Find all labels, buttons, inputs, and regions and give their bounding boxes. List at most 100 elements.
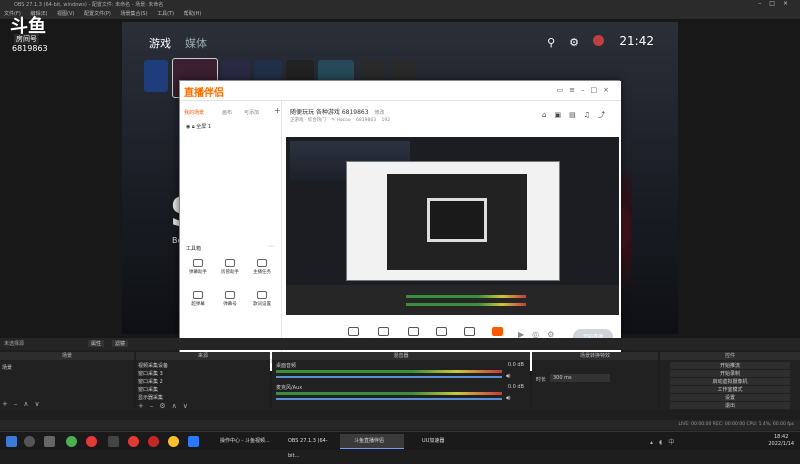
menu-icon[interactable]: ≡ bbox=[569, 86, 581, 94]
douyu-watermark: 斗鱼 房间号 6819863 bbox=[4, 12, 64, 60]
menu-help[interactable]: 帮助(H) bbox=[184, 11, 202, 17]
eye-icon[interactable]: ◉ bbox=[186, 124, 190, 130]
scene-row[interactable]: ◉ 🔒︎ 全屏 1 bbox=[186, 123, 211, 130]
search-icon: ⚲ bbox=[547, 36, 570, 49]
minimize-icon[interactable]: – bbox=[758, 0, 769, 7]
camera-icon bbox=[377, 327, 389, 336]
start-recording-button[interactable]: 开始录制 bbox=[670, 370, 790, 377]
minimize-icon[interactable]: – bbox=[581, 86, 591, 94]
more-icon[interactable]: ⋯ bbox=[268, 243, 274, 250]
tool-room-admin[interactable]: 房管助手 bbox=[218, 259, 242, 275]
tab-my-scenes[interactable]: 我的场景 bbox=[184, 109, 204, 116]
gear-icon: ⚙ bbox=[569, 36, 593, 49]
close-icon[interactable]: × bbox=[603, 86, 615, 94]
message-icon[interactable]: ▭ bbox=[557, 86, 570, 94]
taskbar-clock[interactable]: 18:42 2022/1/14 bbox=[768, 434, 794, 448]
window-controls[interactable]: –□× bbox=[758, 0, 796, 10]
volume-slider[interactable] bbox=[276, 376, 502, 378]
network-icon[interactable]: ▴ bbox=[650, 439, 659, 446]
menu-tools[interactable]: 工具(T) bbox=[157, 11, 174, 17]
add-icon[interactable]: + bbox=[2, 400, 14, 408]
down-icon[interactable]: ∨ bbox=[35, 400, 46, 408]
tool-label: 弹幕助手 bbox=[189, 270, 207, 275]
chrome-icon[interactable] bbox=[168, 436, 179, 447]
app-icon[interactable] bbox=[188, 436, 199, 447]
tab-addable[interactable]: 可添加 bbox=[244, 109, 259, 116]
duration-input[interactable]: 300 ms bbox=[550, 374, 610, 382]
virtual-camera-button[interactable]: 启动虚拟摄像机 bbox=[670, 378, 790, 385]
search-icon[interactable] bbox=[24, 436, 35, 447]
scene-buttons: +–∧∨ bbox=[2, 400, 46, 408]
companion-window[interactable]: 直播伴侣 ▭≡–□× 我的场景 画布 可添加 + ◉ 🔒︎ 全屏 1 工具箱 ⋯… bbox=[179, 80, 621, 371]
tool-label: 歌词设置 bbox=[253, 302, 271, 307]
source-toolbar: 未选择源 属性 滤镜 bbox=[0, 338, 800, 350]
up-icon[interactable]: ∧ bbox=[23, 400, 34, 408]
clock-time: 18:42 bbox=[773, 434, 789, 440]
speaker-icon[interactable]: 🔊︎ bbox=[506, 394, 510, 403]
properties-button[interactable]: 属性 bbox=[88, 340, 105, 347]
maximize-icon[interactable]: □ bbox=[769, 0, 783, 7]
studio-mode-button[interactable]: 工作室模式 bbox=[670, 386, 790, 393]
scenes-dock: 场景 +–∧∨ bbox=[0, 360, 134, 410]
tools-title: 工具箱 bbox=[186, 246, 202, 252]
maximize-icon[interactable]: □ bbox=[591, 86, 604, 94]
tool-tasks[interactable]: 主播任务 bbox=[250, 259, 274, 275]
danmu-icon bbox=[193, 259, 203, 267]
app-icon[interactable] bbox=[128, 436, 139, 447]
settings-button[interactable]: 设置 bbox=[670, 394, 790, 401]
ime-icon[interactable]: 中 bbox=[668, 439, 680, 446]
source-item[interactable]: 视频采集设备 bbox=[138, 362, 168, 369]
no-source-label: 未选择源 bbox=[4, 341, 25, 347]
avatar bbox=[593, 35, 604, 46]
super-danmu-icon bbox=[193, 291, 203, 299]
sources-dock: 视频采集设备 窗口采集 3 窗口采集 2 窗口采集 显示器采集 +–⚙∧∨ bbox=[136, 360, 270, 410]
source-item[interactable]: 窗口采集 bbox=[138, 386, 158, 393]
volume-slider[interactable] bbox=[276, 398, 502, 400]
up-icon[interactable]: ∧ bbox=[172, 402, 183, 410]
companion-main: 随便玩玩 各种游戏 6819863 修改 正游戏 · 综合热门 ✎ Hocoo … bbox=[282, 101, 621, 353]
volume-icon[interactable]: ◖ bbox=[659, 439, 668, 446]
source-item[interactable]: 窗口采集 2 bbox=[138, 378, 163, 385]
start-streaming-button[interactable]: 开始推流 bbox=[670, 362, 790, 369]
tile-store bbox=[144, 60, 168, 92]
tool-danmu-num[interactable]: 弹幕号 bbox=[218, 291, 242, 307]
app-icon[interactable] bbox=[86, 436, 97, 447]
tool-grid: 弹幕助手 房管助手 主播任务 超弹幕 弹幕号 歌词设置 bbox=[180, 259, 282, 319]
menu-scene-collection[interactable]: 场景集合(S) bbox=[120, 11, 147, 17]
controls-dock-title: 控件 bbox=[660, 352, 800, 360]
lock-icon[interactable]: 🔒︎ bbox=[192, 124, 195, 130]
tool-lyrics[interactable]: 歌词设置 bbox=[250, 291, 274, 307]
down-icon[interactable]: ∨ bbox=[183, 402, 194, 410]
task-icon bbox=[257, 259, 267, 267]
taskbar-app-uu[interactable]: UU加速器 bbox=[408, 434, 468, 449]
app-icon[interactable] bbox=[148, 436, 159, 447]
add-icon[interactable]: + bbox=[138, 402, 150, 410]
speaker-icon[interactable]: 🔊︎ bbox=[506, 372, 510, 381]
source-item[interactable]: 窗口采集 3 bbox=[138, 370, 163, 377]
tool-super-danmu[interactable]: 超弹幕 bbox=[186, 291, 210, 307]
companion-window-controls[interactable]: ▭≡–□× bbox=[557, 86, 616, 94]
scene-item[interactable]: 场景 bbox=[2, 364, 12, 371]
windows-start-icon[interactable] bbox=[6, 436, 17, 447]
taskbar-app-obs[interactable]: OBS 27.1.3 (64-bit... bbox=[274, 434, 338, 459]
app-icon[interactable] bbox=[108, 436, 119, 447]
menu-profile[interactable]: 配置文件(P) bbox=[84, 11, 111, 17]
taskbar-app-douyu[interactable]: 斗鱼直播伴侣 bbox=[340, 434, 404, 449]
taskbar-app-edge[interactable]: 操作中心 - 斗鱼视频... bbox=[206, 434, 272, 449]
companion-sidebar: 我的场景 画布 可添加 + ◉ 🔒︎ 全屏 1 工具箱 ⋯ 弹幕助手 房管助手 … bbox=[180, 101, 282, 353]
remove-icon[interactable]: – bbox=[14, 400, 24, 408]
close-icon[interactable]: × bbox=[783, 0, 796, 7]
add-icon[interactable]: + bbox=[274, 106, 281, 115]
volume-meter bbox=[276, 392, 502, 395]
source-item[interactable]: 显示器采集 bbox=[138, 394, 163, 401]
app-icon[interactable] bbox=[66, 436, 77, 447]
remove-icon[interactable]: – bbox=[150, 402, 160, 410]
tab-canvas[interactable]: 画布 bbox=[222, 109, 232, 116]
mic-icon bbox=[463, 327, 475, 336]
tool-danmu[interactable]: 弹幕助手 bbox=[186, 259, 210, 275]
filters-button[interactable]: 滤镜 bbox=[112, 340, 129, 347]
gear-icon[interactable]: ⚙ bbox=[159, 402, 171, 410]
tray-icons[interactable]: ▴◖中 bbox=[650, 437, 680, 446]
exit-button[interactable]: 退出 bbox=[670, 402, 790, 409]
task-view-icon[interactable] bbox=[44, 436, 55, 447]
